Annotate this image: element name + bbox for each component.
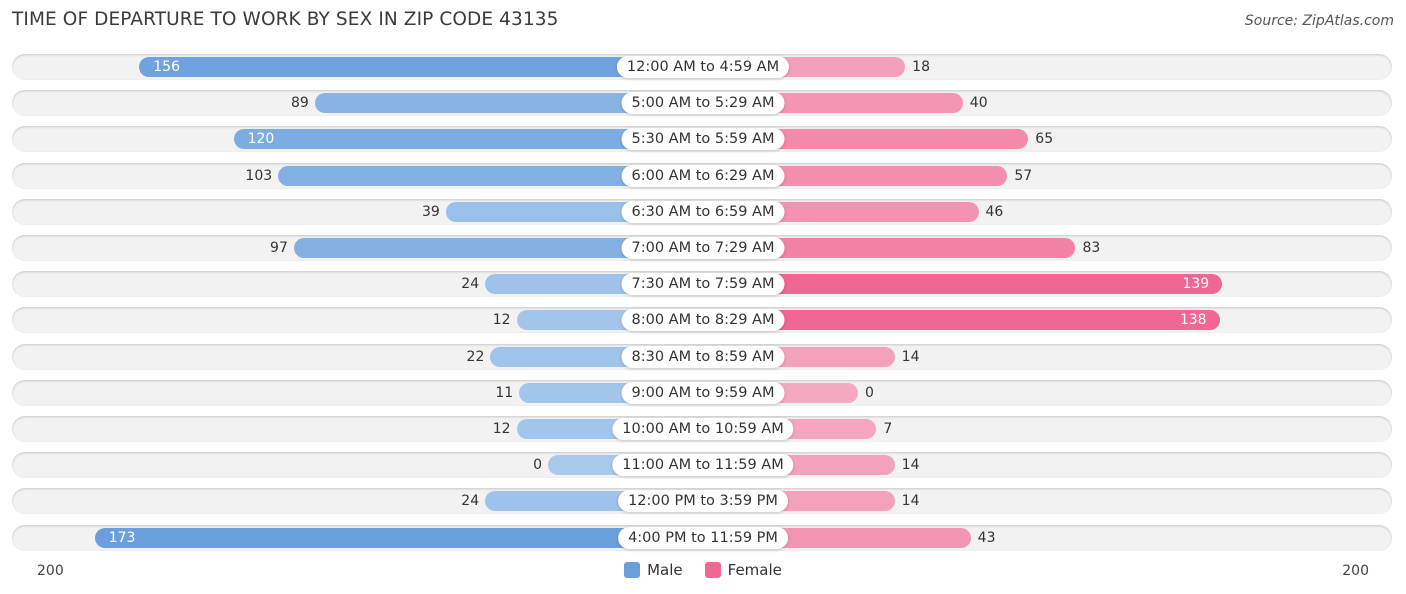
value-label-male: 103 <box>245 167 273 184</box>
legend-item-female: Female <box>704 561 782 579</box>
category-label: 7:30 AM to 7:59 AM <box>621 273 785 296</box>
category-label: 9:00 AM to 9:59 AM <box>621 381 785 404</box>
category-label: 5:30 AM to 5:59 AM <box>621 128 785 151</box>
category-label: 7:00 AM to 7:29 AM <box>621 237 785 259</box>
value-label-female: 14 <box>901 493 920 510</box>
legend-label-female: Female <box>727 561 782 579</box>
category-label: 4:00 PM to 11:59 PM <box>618 526 788 549</box>
legend-label-male: Male <box>647 561 683 579</box>
legend-item-male: Male <box>624 561 683 579</box>
value-label-male: 89 <box>291 95 309 112</box>
value-label-male: 156 <box>153 59 180 75</box>
value-label-female: 7 <box>883 421 893 437</box>
value-label-male: 12 <box>492 312 511 329</box>
category-label: 8:30 AM to 8:59 AM <box>621 345 785 368</box>
value-label-male: 97 <box>270 240 288 256</box>
value-label-female: 18 <box>912 59 930 75</box>
value-label-male: 39 <box>422 203 440 220</box>
legend-swatch-male <box>624 562 641 578</box>
value-label-male: 120 <box>247 131 275 148</box>
value-label-female: 57 <box>1014 167 1033 184</box>
value-label-female: 0 <box>865 384 874 401</box>
value-label-female: 46 <box>985 203 1004 220</box>
category-label: 6:30 AM to 6:59 AM <box>621 200 785 223</box>
value-label-male: 0 <box>533 457 542 474</box>
category-label: 8:00 AM to 8:29 AM <box>621 309 785 332</box>
category-label: 12:00 AM to 4:59 AM <box>616 56 790 78</box>
value-label-male: 12 <box>492 421 511 437</box>
category-label: 12:00 PM to 3:59 PM <box>618 490 788 513</box>
value-label-female: 139 <box>1182 276 1210 293</box>
category-label: 10:00 AM to 10:59 AM <box>612 418 794 440</box>
value-label-male: 173 <box>108 529 136 546</box>
value-label-female: 65 <box>1035 131 1054 148</box>
value-label-female: 40 <box>969 95 988 112</box>
value-label-female: 14 <box>901 457 920 474</box>
legend-swatch-female <box>704 562 721 578</box>
value-label-male: 24 <box>461 493 480 510</box>
value-label-male: 24 <box>461 276 480 293</box>
chart-area: 156 18 12:00 AM to 4:59 AM 89 40 5:00 AM to 5… <box>0 0 1406 594</box>
value-label-male: 11 <box>495 384 514 401</box>
category-label: 11:00 AM to 11:59 AM <box>612 454 794 477</box>
category-label: 5:00 AM to 5:29 AM <box>621 92 785 115</box>
value-label-female: 138 <box>1179 312 1207 329</box>
value-label-female: 83 <box>1082 240 1101 256</box>
legend: Male Female <box>0 561 1406 579</box>
value-label-female: 14 <box>901 348 920 365</box>
value-label-female: 43 <box>977 529 996 546</box>
bar-male <box>94 527 703 548</box>
category-label: 6:00 AM to 6:29 AM <box>621 164 785 187</box>
value-label-male: 22 <box>466 348 485 365</box>
